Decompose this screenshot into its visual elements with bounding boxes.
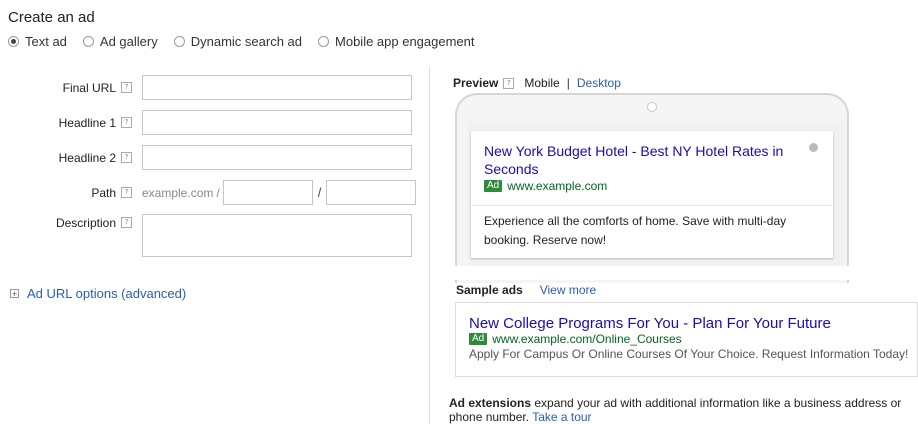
path-slash: / — [216, 185, 220, 200]
headline2-label: Headline 2 — [58, 150, 116, 165]
phone-camera-icon — [647, 102, 657, 112]
phone-cutoff — [432, 266, 918, 280]
sample-ad-description: Apply For Campus Or Online Courses Of Yo… — [469, 347, 909, 361]
radio-button-selected[interactable] — [8, 36, 19, 47]
description-row: Description ? — [8, 214, 412, 257]
final-url-label: Final URL — [62, 80, 116, 95]
headline1-label: Headline 1 — [58, 115, 116, 130]
preview-header: Preview ? Mobile | Desktop — [453, 76, 621, 90]
sample-ad-headline: New College Programs For You - Plan For … — [469, 315, 831, 332]
radio-button[interactable] — [318, 36, 330, 47]
preview-ad-url-row: Ad www.example.com — [484, 179, 607, 193]
page-title: Create an ad — [8, 9, 95, 26]
path1-input[interactable] — [222, 180, 313, 205]
radio-text-ad[interactable]: Text ad — [8, 34, 67, 49]
help-icon[interactable]: ? — [121, 217, 132, 228]
headline2-row: Headline 2 ? — [8, 145, 412, 170]
info-icon — [809, 143, 818, 152]
tab-desktop[interactable]: Desktop — [577, 76, 621, 90]
final-url-row: Final URL ? — [8, 75, 412, 100]
radio-button[interactable] — [173, 36, 185, 47]
sample-ads-label: Sample ads — [456, 283, 523, 297]
path-label: Path — [91, 185, 116, 200]
preview-ad-description: Experience all the comforts of home. Sav… — [484, 214, 787, 247]
radio-label: Ad gallery — [99, 34, 158, 49]
radio-ad-gallery[interactable]: Ad gallery — [82, 34, 158, 49]
radio-mobile-app-engagement[interactable]: Mobile app engagement — [318, 34, 475, 49]
path-row: Path ? example.com / / — [8, 180, 417, 205]
radio-dynamic-search-ad[interactable]: Dynamic search ad — [173, 34, 303, 49]
help-icon[interactable]: ? — [121, 152, 132, 163]
ad-badge: Ad — [469, 333, 488, 345]
help-icon[interactable]: ? — [503, 77, 515, 89]
view-more-link[interactable]: View more — [540, 283, 596, 297]
expand-plus-icon[interactable]: + — [10, 289, 19, 299]
help-icon[interactable]: ? — [121, 82, 132, 93]
description-label: Description — [55, 216, 116, 230]
preview-label: Preview — [453, 76, 499, 90]
radio-button[interactable] — [82, 36, 94, 47]
ad-type-radio-group: Text ad Ad gallery Dynamic search ad Mob… — [8, 34, 491, 49]
help-icon[interactable]: ? — [121, 187, 132, 198]
radio-label: Dynamic search ad — [190, 34, 303, 49]
tab-mobile[interactable]: Mobile — [524, 76, 559, 90]
ad-extensions-label: Ad extensions — [449, 396, 532, 410]
sample-ad-url-row: Ad www.example.com/Online_Courses — [469, 332, 682, 346]
description-textarea[interactable] — [142, 214, 412, 257]
final-url-input[interactable] — [142, 75, 412, 100]
headline2-input[interactable] — [142, 145, 412, 170]
preview-ad-display-url: www.example.com — [507, 179, 608, 193]
headline1-row: Headline 1 ? — [8, 110, 412, 135]
ad-url-options-toggle[interactable]: + Ad URL options (advanced) — [10, 286, 186, 301]
headline1-input[interactable] — [142, 110, 412, 135]
radio-label: Text ad — [25, 34, 67, 49]
preview-tab-separator: | — [566, 76, 570, 90]
help-icon[interactable]: ? — [121, 117, 132, 128]
sample-ads-header: Sample ads View more — [456, 283, 596, 297]
ad-badge: Ad — [484, 180, 503, 192]
radio-label: Mobile app engagement — [335, 34, 475, 49]
path-slash: / — [317, 185, 322, 200]
sample-ad-display-url: www.example.com/Online_Courses — [492, 332, 682, 346]
card-divider — [471, 205, 833, 206]
column-divider — [429, 66, 430, 424]
take-a-tour-link[interactable]: Take a tour — [532, 410, 591, 424]
ad-extensions-info: Ad extensions expand your ad with additi… — [449, 396, 914, 424]
preview-ad-headline: New York Budget Hotel - Best NY Hotel Ra… — [484, 143, 784, 177]
path2-input[interactable] — [326, 180, 417, 205]
ad-url-options-link[interactable]: Ad URL options (advanced) — [27, 286, 186, 301]
path-prefix: example.com — [142, 185, 214, 200]
